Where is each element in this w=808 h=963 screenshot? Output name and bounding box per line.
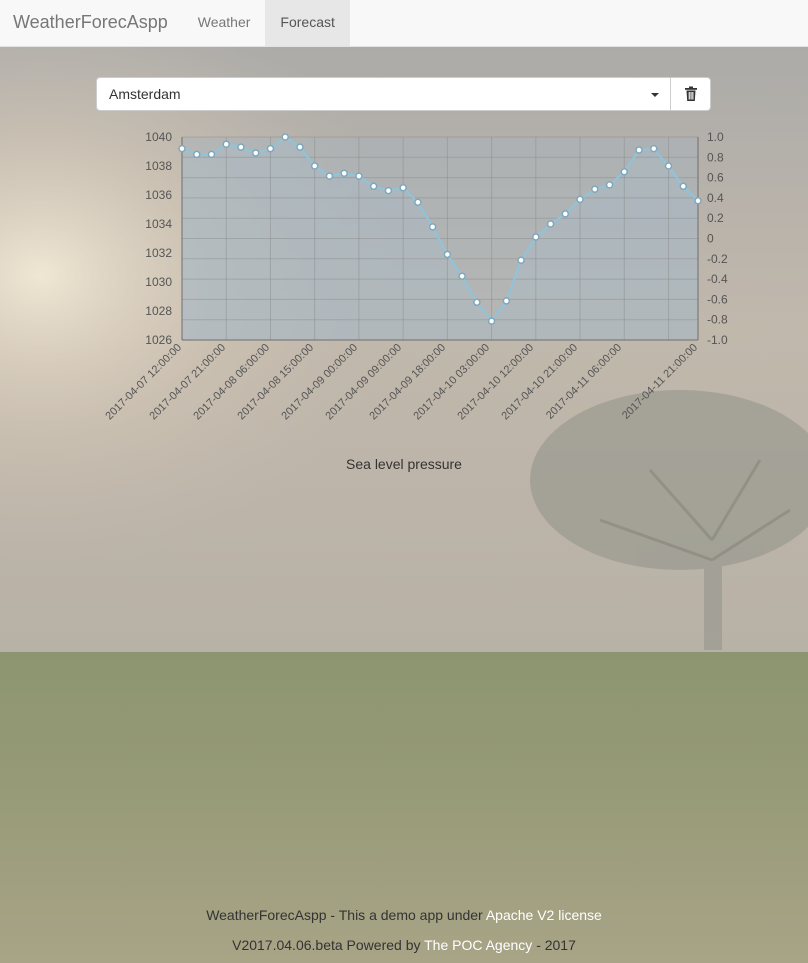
footer-line-1: WeatherForecAspp - This a demo app under… — [0, 907, 808, 923]
nav-weather[interactable]: Weather — [183, 0, 266, 46]
x-tick-label: 2017-04-08 06:00:00 — [191, 342, 272, 423]
data-point — [473, 298, 481, 307]
data-point — [399, 184, 407, 192]
data-point — [414, 198, 422, 206]
y-tick-label: 1026 — [145, 333, 172, 347]
x-tick-label: 2017-04-10 12:00:00 — [455, 342, 536, 423]
city-selector-group: Amsterdam — [96, 77, 711, 111]
data-point — [384, 186, 393, 195]
data-point — [237, 143, 245, 151]
data-point — [561, 210, 570, 218]
x-tick-label: 2017-04-10 21:00:00 — [499, 342, 580, 423]
data-point — [679, 182, 688, 191]
data-point — [296, 143, 304, 151]
data-point — [620, 168, 629, 176]
y2-tick-label: -0.4 — [707, 272, 728, 286]
data-point — [207, 150, 216, 159]
data-point — [428, 223, 437, 231]
data-point — [369, 182, 378, 191]
data-point — [355, 172, 363, 180]
x-tick-label: 2017-04-09 18:00:00 — [367, 342, 448, 423]
x-tick-label: 2017-04-07 12:00:00 — [103, 342, 184, 423]
y-tick-label: 1030 — [145, 275, 172, 289]
footer-license-text: WeatherForecAspp - This a demo app under — [206, 907, 483, 923]
y2-tick-label: -0.8 — [707, 313, 728, 327]
y2-tick-label: -1.0 — [707, 333, 728, 347]
data-point — [576, 195, 584, 204]
data-point — [222, 140, 230, 148]
data-point — [310, 162, 319, 170]
y-tick-label: 1038 — [145, 159, 172, 173]
footer-year-text: - 2017 — [536, 937, 576, 953]
data-point — [281, 133, 289, 141]
chart-caption: Sea level pressure — [346, 456, 462, 472]
data-point — [502, 297, 511, 305]
data-point — [605, 181, 614, 189]
y-tick-label: 1034 — [145, 217, 172, 231]
data-point — [650, 144, 658, 153]
x-tick-label: 2017-04-11 21:00:00 — [620, 342, 700, 422]
y2-tick-label: 0.8 — [707, 150, 724, 164]
license-link[interactable]: Apache V2 license — [486, 907, 602, 923]
trash-icon — [684, 86, 697, 101]
data-point — [487, 317, 496, 325]
data-point — [694, 197, 702, 205]
caret-down-icon — [651, 93, 659, 97]
x-tick-label: 2017-04-10 03:00:00 — [411, 342, 492, 423]
brand-logo[interactable]: WeatherForecAspp — [0, 0, 183, 46]
y2-tick-label: -0.6 — [707, 292, 728, 306]
data-point — [178, 144, 186, 153]
y2-tick-label: 0.4 — [707, 191, 724, 205]
x-tick-label: 2017-04-08 15:00:00 — [235, 342, 316, 423]
data-point — [340, 169, 348, 177]
delete-city-button[interactable] — [671, 77, 711, 111]
data-point — [532, 233, 540, 241]
data-point — [591, 185, 599, 193]
x-tick-label: 2017-04-09 09:00:00 — [323, 342, 404, 423]
y-tick-label: 1028 — [145, 304, 172, 318]
data-point — [325, 172, 334, 180]
data-point — [458, 272, 466, 280]
y2-tick-label: 0.6 — [707, 171, 724, 185]
y-tick-label: 1040 — [145, 130, 172, 144]
data-point — [192, 150, 201, 159]
y2-tick-label: 1.0 — [707, 130, 724, 144]
y2-tick-label: -0.2 — [707, 252, 728, 266]
footer-version-text: V2017.04.06.beta Powered by — [232, 937, 421, 953]
x-tick-label: 2017-04-07 21:00:00 — [147, 342, 228, 423]
poc-agency-link[interactable]: The POC Agency — [424, 937, 532, 953]
data-point — [546, 220, 555, 228]
data-point — [635, 146, 643, 154]
data-point — [266, 144, 275, 153]
pressure-chart: 1026 1028 1030 1032 1034 1036 1038 1040 -1.0 -0.8… — [103, 130, 728, 423]
y2-tick-label: 0.2 — [707, 211, 724, 225]
data-point — [443, 250, 452, 259]
footer-line-2: V2017.04.06.beta Powered by The POC Agen… — [0, 937, 808, 953]
navbar: WeatherForecAspp Weather Forecast — [0, 0, 808, 47]
nav-forecast[interactable]: Forecast — [265, 0, 350, 46]
y-tick-label: 1032 — [145, 246, 172, 260]
x-tick-label: 2017-04-09 00:00:00 — [279, 342, 360, 423]
x-tick-label: 2017-04-11 06:00:00 — [544, 342, 624, 422]
data-point — [664, 162, 673, 170]
data-point — [251, 149, 260, 157]
y-tick-label: 1036 — [145, 188, 172, 202]
city-select[interactable]: Amsterdam — [96, 77, 671, 111]
y2-tick-label: 0 — [707, 232, 714, 246]
data-point — [517, 256, 525, 264]
city-select-value: Amsterdam — [109, 86, 181, 102]
